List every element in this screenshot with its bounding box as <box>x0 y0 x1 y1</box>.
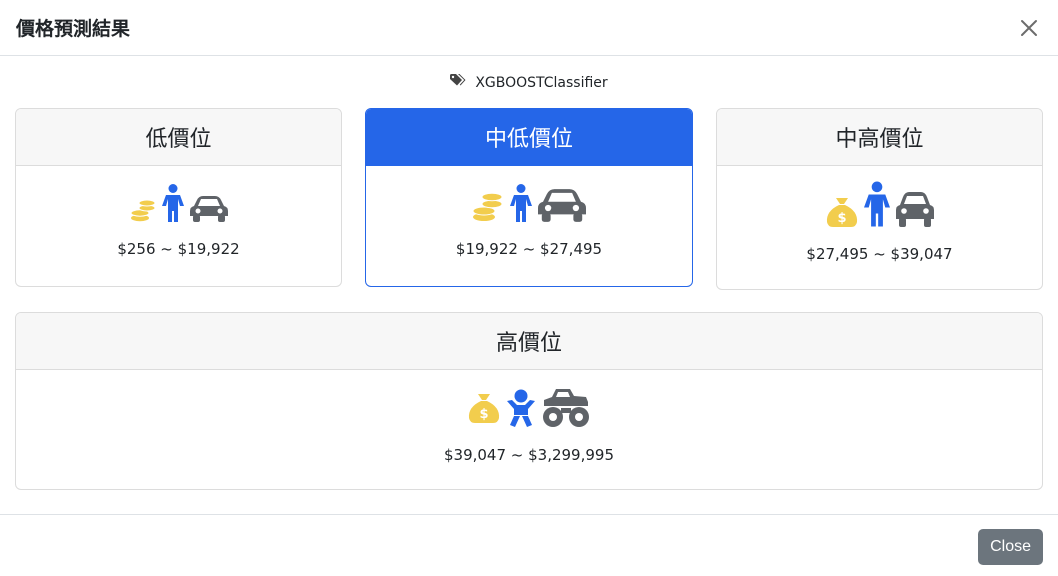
baby-icon <box>506 389 536 431</box>
tier-icons: $ <box>16 388 1042 432</box>
modal-body: XGBOOSTClassifier 低價位 $256 ~ $19,922 中低價… <box>0 56 1058 514</box>
close-button[interactable]: Close <box>978 529 1043 565</box>
tier-card-low: 低價位 $256 ~ $19,922 <box>15 108 342 287</box>
modal-title: 價格預測結果 <box>16 18 131 40</box>
tier-title: 高價位 <box>16 313 1042 370</box>
tier-range: $19,922 ~ $27,495 <box>455 240 603 258</box>
money-bag-icon: $ <box>468 393 500 427</box>
coins-icon <box>130 198 156 226</box>
person-icon <box>161 184 184 226</box>
close-icon[interactable] <box>1018 17 1040 39</box>
person-icon <box>863 181 890 231</box>
monster-truck-icon <box>542 388 590 432</box>
tier-icons <box>16 184 341 226</box>
tier-body: $ <box>16 370 1042 464</box>
tier-body: $19,922 ~ $27,495 <box>366 166 692 258</box>
tier-icons <box>366 184 692 226</box>
tags-icon <box>450 74 467 91</box>
car-icon <box>189 196 228 226</box>
prediction-modal: 價格預測結果 XGBOOSTClassifier 低價位 $256 ~ $19,… <box>0 0 1058 576</box>
tier-body: $256 ~ $19,922 <box>16 166 341 258</box>
model-tag: XGBOOSTClassifier <box>0 74 1058 91</box>
car-icon <box>538 189 586 226</box>
person-icon <box>510 184 532 226</box>
modal-header: 價格預測結果 <box>0 0 1058 56</box>
tier-card-mid-high: 中高價位 $ $27,495 ~ $39,047 <box>716 108 1043 290</box>
svg-text:$: $ <box>837 211 846 226</box>
tier-card-mid-low: 中低價位 $19,922 ~ $27,495 <box>365 108 693 287</box>
tier-title: 低價位 <box>16 109 341 166</box>
car-icon <box>895 192 934 231</box>
tier-body: $ <box>717 166 1042 263</box>
tier-icons: $ <box>717 181 1042 231</box>
tier-range: $39,047 ~ $3,299,995 <box>443 446 615 464</box>
model-name: XGBOOSTClassifier <box>475 74 608 91</box>
modal-footer: Close <box>0 514 1058 576</box>
tier-title: 中高價位 <box>717 109 1042 166</box>
coins-icon <box>472 190 504 226</box>
tier-range: $27,495 ~ $39,047 <box>806 245 953 263</box>
tier-card-high: 高價位 $ $39,047 ~ $3,299,995 <box>15 312 1043 490</box>
svg-text:$: $ <box>479 407 488 422</box>
tier-range: $256 ~ $19,922 <box>117 240 240 258</box>
tier-title: 中低價位 <box>366 109 692 166</box>
money-bag-icon: $ <box>826 197 858 231</box>
